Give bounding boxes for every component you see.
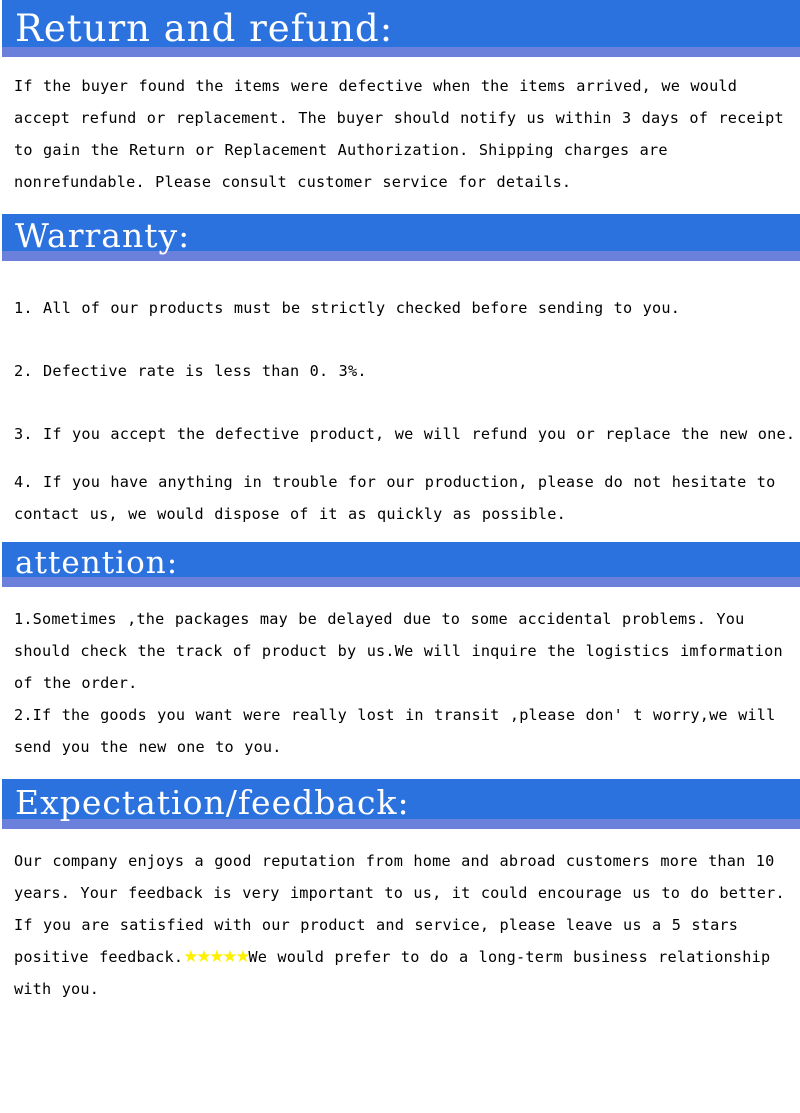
section-banner-warranty: Warranty: [2, 214, 800, 261]
section-body-expectation-feedback: Our company enjoys a good reputation fro… [0, 845, 800, 1005]
warranty-item-2: 2. Defective rate is less than 0. 3%. [14, 362, 367, 380]
section-heading-expectation-feedback: Expectation/feedback: [15, 783, 410, 822]
warranty-item-1: 1. All of our products must be strictly … [14, 299, 681, 317]
attention-item-2: 2.If the goods you want were really lost… [14, 706, 786, 756]
section-banner-return-and-refund: Return and refund: [2, 0, 800, 57]
star-rating-icon: ★★★★★ [183, 947, 250, 967]
section-heading-return-and-refund: Return and refund: [15, 7, 394, 50]
warranty-item-4: 4. If you have anything in trouble for o… [14, 473, 786, 523]
section-banner-expectation-feedback: Expectation/feedback: [2, 779, 800, 829]
attention-item-1: 1.Sometimes ,the packages may be delayed… [14, 610, 794, 692]
section-body-return-and-refund: If the buyer found the items were defect… [14, 77, 795, 191]
policy-page: Return and refund: If the buyer found th… [0, 0, 800, 1113]
section-heading-attention: attention: [15, 545, 179, 581]
warranty-item-3: 3. If you accept the defective product, … [14, 425, 796, 443]
section-banner-attention: attention: [2, 542, 800, 587]
section-heading-warranty: Warranty: [15, 216, 191, 255]
